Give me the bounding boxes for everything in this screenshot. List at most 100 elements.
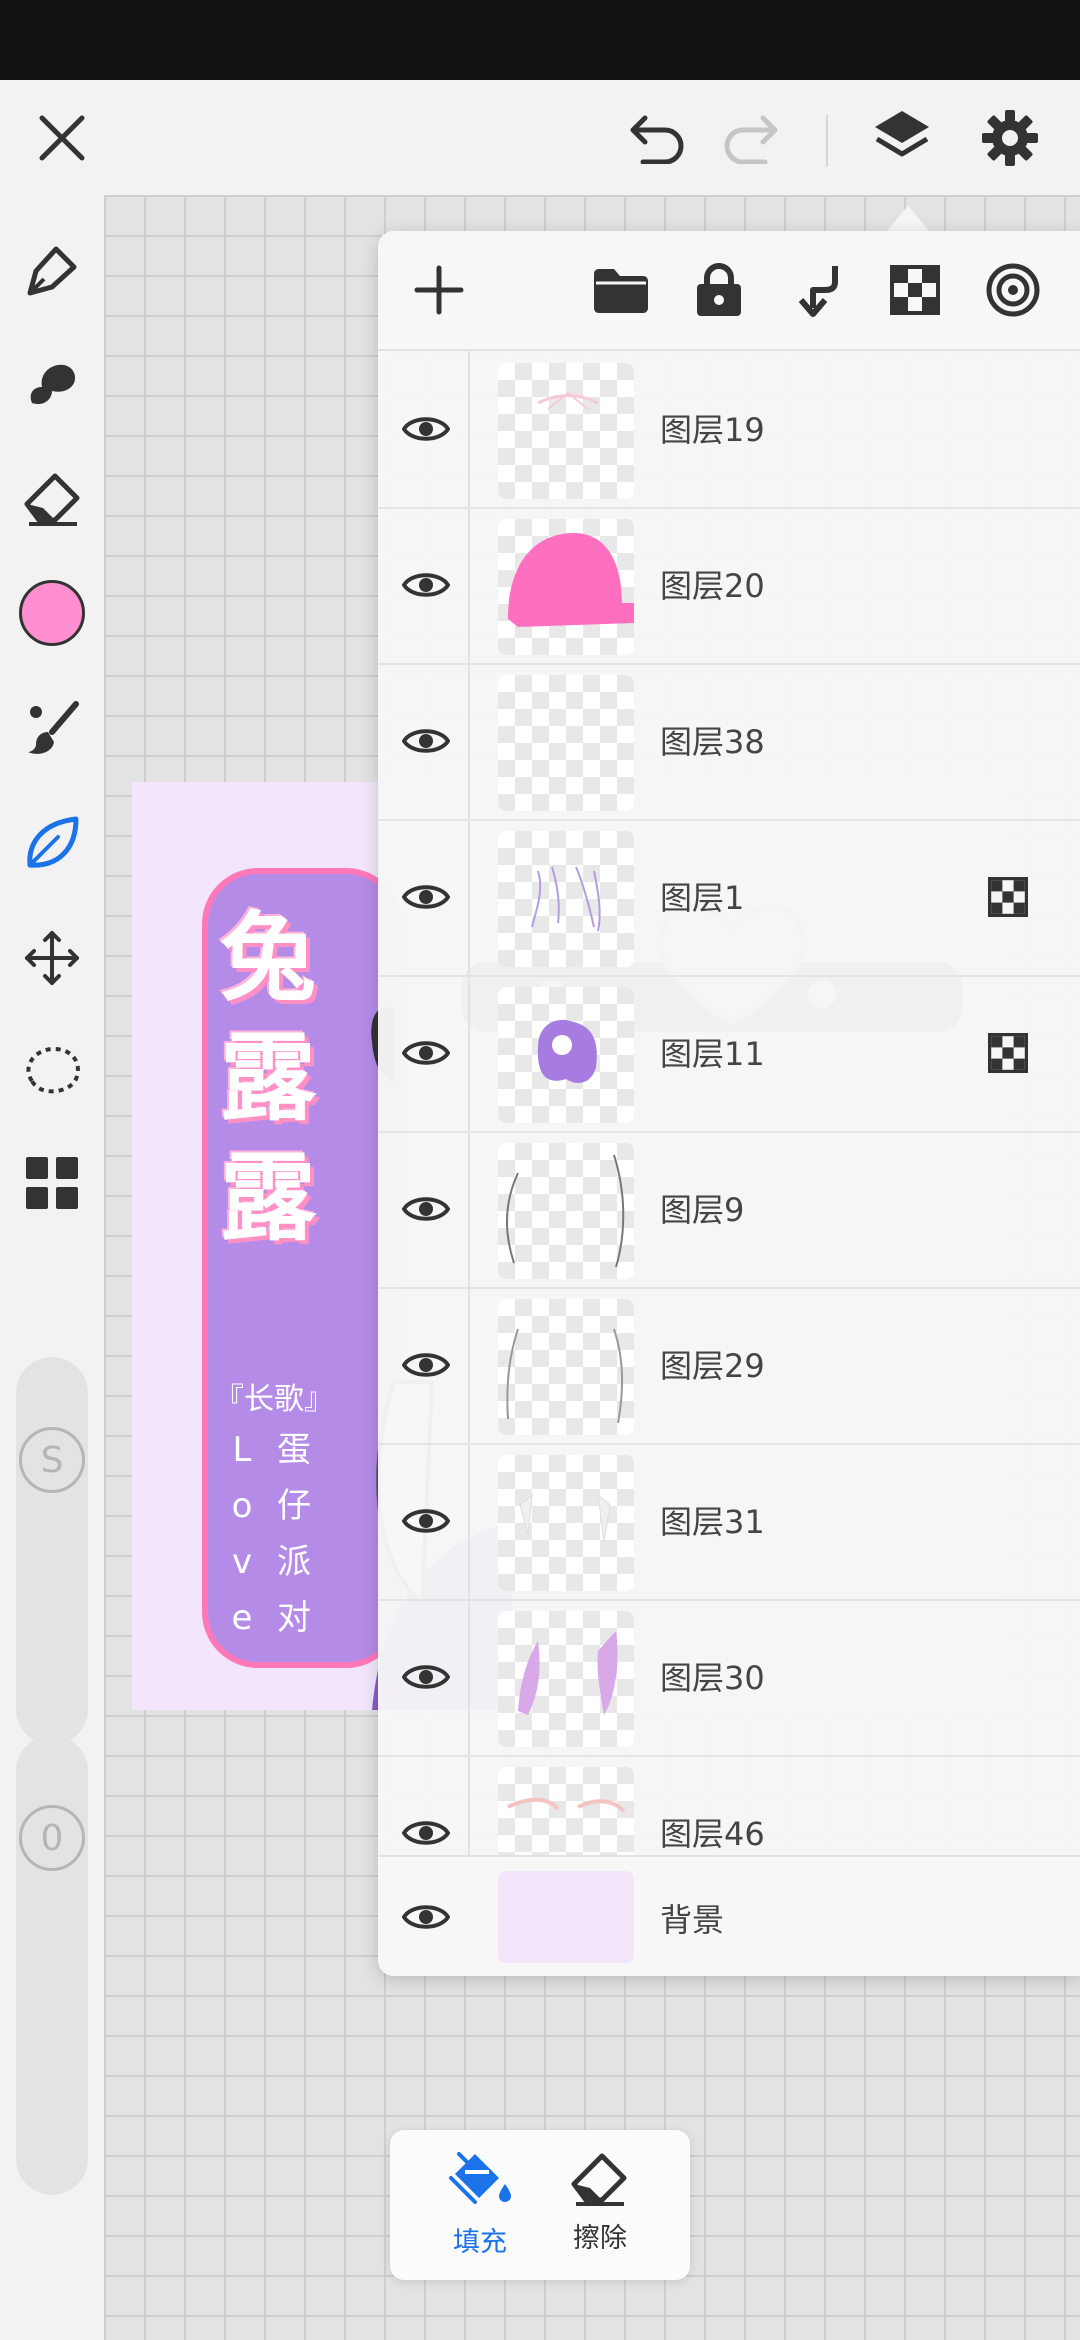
grid-icon: [26, 1157, 78, 1209]
folder-icon: [594, 269, 648, 313]
clipping-indicator[interactable]: [988, 1033, 1028, 1073]
left-toolbar: S 0: [0, 195, 104, 2340]
smudge-tool[interactable]: [14, 345, 90, 421]
lasso-tool[interactable]: [14, 1033, 90, 1109]
layer-row[interactable]: 图层20: [378, 509, 1080, 665]
eye-icon: [402, 1905, 450, 1929]
move-icon: [25, 931, 79, 985]
layer-name: 图层38: [660, 723, 765, 761]
fill-mode-popup: 填充 擦除: [390, 2130, 690, 2280]
opacity-slider[interactable]: 0: [16, 1735, 88, 2195]
undo-icon: [630, 115, 684, 164]
lock-layer-button[interactable]: [684, 255, 754, 325]
visibility-toggle[interactable]: [396, 1887, 456, 1947]
redo-icon: [724, 115, 778, 164]
layers-panel: 图层19 图层20 图层38 图层1 图层11 图层9 图层29 图层31 图层30 图层46 背…: [378, 231, 1080, 1976]
reference-layer-button[interactable]: [978, 255, 1048, 325]
smudge-icon: [30, 364, 76, 405]
layer-row[interactable]: 图层19: [378, 353, 1080, 509]
status-bar: [0, 0, 1080, 80]
more-tools[interactable]: [14, 1145, 90, 1221]
layers-icon: [875, 111, 929, 157]
gear-icon: [982, 110, 1038, 166]
eye-icon: [402, 1041, 450, 1065]
pen-tool[interactable]: [14, 233, 90, 309]
visibility-toggle[interactable]: [396, 1179, 456, 1239]
pen-icon: [27, 246, 77, 296]
erase-label: 擦除: [573, 2223, 627, 2254]
layer-thumbnail: [498, 519, 634, 655]
layer-name: 图层29: [660, 1347, 765, 1385]
eraser-icon: [24, 473, 80, 526]
layer-thumbnail: [498, 1871, 634, 1963]
redo-button[interactable]: [714, 100, 790, 176]
visibility-toggle[interactable]: [396, 399, 456, 459]
brush-icon: [28, 701, 79, 754]
visibility-toggle[interactable]: [396, 1023, 456, 1083]
add-layer-button[interactable]: [404, 255, 474, 325]
color-swatch[interactable]: [14, 575, 90, 651]
layers-button[interactable]: [864, 100, 940, 176]
visibility-toggle[interactable]: [396, 1335, 456, 1395]
undo-button[interactable]: [618, 100, 694, 176]
color-swatch-circle: [19, 580, 85, 646]
top-bar: [0, 80, 1080, 195]
lasso-icon: [26, 1046, 80, 1094]
brush-size-knob[interactable]: S: [19, 1427, 85, 1493]
brush-size-label: S: [40, 1439, 64, 1481]
layer-thumbnail: [498, 675, 634, 811]
move-tool[interactable]: [14, 920, 90, 996]
fill-mode-button[interactable]: 填充: [420, 2148, 540, 2268]
top-bar-divider: [826, 115, 828, 167]
layer-thumbnail: [498, 831, 634, 967]
new-group-button[interactable]: [586, 255, 656, 325]
close-button[interactable]: [24, 100, 100, 176]
layer-name: 图层20: [660, 567, 765, 605]
eye-icon: [402, 573, 450, 597]
paint-bucket-icon: [449, 2152, 511, 2204]
merge-down-icon: [798, 266, 838, 317]
eye-icon: [402, 1665, 450, 1689]
eye-icon: [402, 1353, 450, 1377]
layers-panel-pointer: [886, 206, 930, 232]
layer-thumbnail: [498, 363, 634, 499]
settings-button[interactable]: [972, 100, 1048, 176]
layer-name: 图层1: [660, 879, 745, 917]
visibility-toggle[interactable]: [396, 555, 456, 615]
eye-icon: [402, 1197, 450, 1221]
leaf-icon: [27, 816, 79, 868]
app-root: S 0 兔露露 『长歌』 L o v e 蛋 仔 派 对 图层19 图层20 图…: [0, 0, 1080, 2340]
leaf-tool[interactable]: [14, 805, 90, 881]
layer-row[interactable]: 图层9: [378, 1133, 1080, 1289]
visibility-toggle[interactable]: [396, 1803, 456, 1863]
visibility-toggle[interactable]: [396, 711, 456, 771]
close-icon: [39, 115, 85, 161]
add-icon: [414, 265, 464, 315]
eye-icon: [402, 885, 450, 909]
clipping-mask-icon: [988, 1033, 1028, 1073]
layer-row[interactable]: 图层38: [378, 665, 1080, 821]
layer-row[interactable]: 图层1: [378, 821, 1080, 977]
visibility-toggle[interactable]: [396, 867, 456, 927]
clipping-indicator[interactable]: [988, 877, 1028, 917]
eraser-tool[interactable]: [14, 460, 90, 536]
brush-size-slider[interactable]: S: [16, 1357, 88, 1745]
target-icon: [986, 263, 1040, 317]
alpha-lock-button[interactable]: [880, 255, 950, 325]
layer-row[interactable]: 图层11: [378, 977, 1080, 1133]
background-layer-row[interactable]: 背景: [378, 1855, 1080, 1976]
layer-row[interactable]: 图层30: [378, 1601, 1080, 1757]
visibility-toggle[interactable]: [396, 1491, 456, 1551]
layer-thumbnail: [498, 1299, 634, 1435]
layer-name: 图层19: [660, 411, 765, 449]
eye-icon: [402, 417, 450, 441]
erase-mode-button[interactable]: 擦除: [540, 2148, 660, 2268]
layer-row[interactable]: 图层31: [378, 1445, 1080, 1601]
eye-icon: [402, 1509, 450, 1533]
brush-tool[interactable]: [14, 690, 90, 766]
merge-down-button[interactable]: [782, 255, 852, 325]
fill-label: 填充: [453, 2227, 507, 2258]
opacity-knob[interactable]: 0: [19, 1805, 85, 1871]
visibility-toggle[interactable]: [396, 1647, 456, 1707]
layer-row[interactable]: 图层29: [378, 1289, 1080, 1445]
